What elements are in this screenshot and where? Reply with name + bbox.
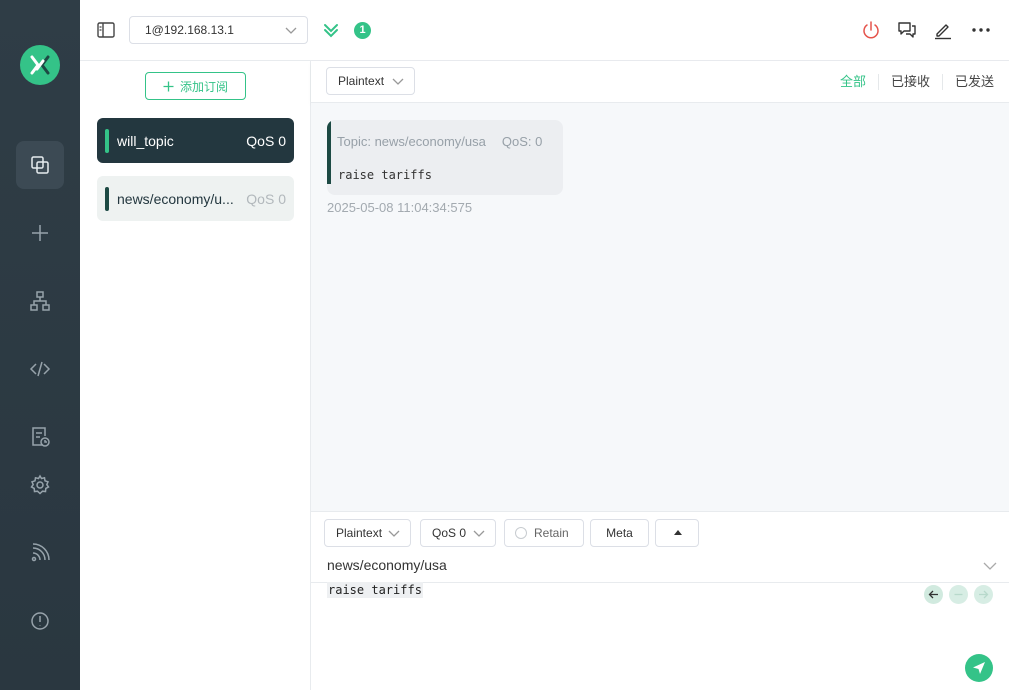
- code-icon: [29, 361, 51, 377]
- nav-about[interactable]: [16, 597, 64, 645]
- meta-button[interactable]: Meta: [590, 519, 649, 547]
- publish-topic-value: news/economy/usa: [327, 557, 447, 573]
- publish-qos-select[interactable]: QoS 0: [420, 519, 496, 547]
- caret-up-icon: [674, 530, 682, 535]
- chevron-down-icon[interactable]: [983, 561, 997, 571]
- nav-subscribe-feed[interactable]: [16, 529, 64, 577]
- publish-format-select[interactable]: Plaintext: [324, 519, 411, 547]
- send-icon: [973, 662, 985, 674]
- filter-received[interactable]: 已接收: [877, 74, 942, 90]
- arrow-left-icon: [928, 590, 938, 599]
- publish-composer: Plaintext QoS 0 Retain Meta news/economy…: [311, 511, 1009, 690]
- mqttx-logo: [20, 45, 60, 85]
- retain-radio[interactable]: [515, 527, 527, 539]
- plus-icon: [32, 225, 48, 241]
- chevron-down-icon: [388, 530, 400, 537]
- retain-toggle[interactable]: Retain: [504, 519, 584, 547]
- publish-payload-editor[interactable]: raise tariffs: [327, 582, 423, 598]
- chat-icon: [898, 22, 916, 38]
- publish-format-value: Plaintext: [336, 526, 383, 540]
- nav-log[interactable]: [16, 413, 64, 461]
- message-filter-tabs: 全部 已接收 已发送: [828, 74, 994, 90]
- chevron-down-icon: [473, 530, 485, 537]
- arrow-right-icon: [979, 590, 989, 599]
- subscriptions-panel: 添加订阅 will_topic QoS 0 news/economy/u... …: [80, 61, 311, 690]
- add-subscription-button[interactable]: 添加订阅: [145, 72, 246, 100]
- publish-topic-input[interactable]: news/economy/usa: [311, 553, 1009, 583]
- subscription-item[interactable]: news/economy/u... QoS 0: [97, 176, 294, 221]
- send-button[interactable]: [965, 654, 993, 682]
- expand-composer-button[interactable]: [655, 519, 699, 547]
- history-reset-button[interactable]: [949, 585, 968, 604]
- filter-sent[interactable]: 已发送: [941, 74, 994, 90]
- connection-select[interactable]: 1@192.168.13.1: [129, 16, 308, 44]
- subscription-topic: will_topic: [117, 132, 174, 149]
- rss-icon: [31, 543, 50, 562]
- message-payload: raise tariffs: [338, 168, 432, 182]
- disconnect-button[interactable]: [860, 19, 882, 41]
- sidebar-toggle-button[interactable]: [96, 20, 116, 40]
- subscription-qos: QoS 0: [246, 132, 286, 149]
- top-bar: 1@192.168.13.1 1: [80, 0, 1009, 61]
- edit-icon: [935, 24, 951, 40]
- message-color-bar: [327, 120, 331, 184]
- nav-connections[interactable]: [16, 141, 64, 189]
- edit-connection-button[interactable]: [932, 19, 954, 41]
- message-topic: Topic: news/economy/usa: [337, 134, 486, 149]
- chat-button[interactable]: [896, 19, 918, 41]
- message-toolbar: Plaintext 全部 已接收 已发送: [311, 61, 1009, 103]
- gear-icon: [30, 474, 50, 495]
- minus-icon: [954, 593, 963, 596]
- subscription-color-bar: [105, 128, 109, 153]
- meta-label: Meta: [606, 526, 633, 540]
- connection-name: 1@192.168.13.1: [145, 23, 234, 37]
- subscription-item[interactable]: will_topic QoS 0: [97, 118, 294, 163]
- filter-all[interactable]: 全部: [828, 74, 878, 90]
- received-message[interactable]: Topic: news/economy/usa QoS: 0 raise tar…: [327, 120, 563, 195]
- add-subscription-label: 添加订阅: [179, 79, 228, 94]
- message-qos: QoS: 0: [501, 134, 543, 149]
- message-timestamp: 2025-05-08 11:04:34:575: [327, 200, 473, 215]
- collapse-down-icon[interactable]: [323, 22, 339, 38]
- payload-format-value: Plaintext: [338, 74, 385, 88]
- power-icon: [863, 21, 879, 39]
- history-next-button[interactable]: [974, 585, 993, 604]
- payload-format-select[interactable]: Plaintext: [326, 67, 415, 95]
- nav-topology[interactable]: [16, 277, 64, 325]
- publish-qos-value: QoS 0: [432, 526, 467, 540]
- nav-settings[interactable]: [16, 461, 64, 509]
- info-icon: [31, 612, 49, 630]
- more-button[interactable]: [970, 19, 992, 41]
- plus-icon: [163, 81, 174, 91]
- nav-new-connection[interactable]: [16, 209, 64, 257]
- message-list[interactable]: Topic: news/economy/usa QoS: 0 raise tar…: [311, 103, 1009, 511]
- sidebar-icon: [97, 22, 115, 38]
- log-icon: [32, 427, 50, 447]
- retain-label: Retain: [534, 526, 569, 540]
- subscription-qos: QoS 0: [246, 190, 286, 207]
- subscription-color-bar: [105, 186, 109, 211]
- logo-icon: [30, 55, 50, 75]
- history-prev-button[interactable]: [924, 585, 943, 604]
- nav-rail: [0, 0, 80, 690]
- connection-count-badge: 1: [354, 22, 371, 39]
- connections-icon: [31, 156, 49, 174]
- message-meta: Topic: news/economy/usa QoS: 0: [337, 134, 542, 149]
- topology-icon: [30, 291, 50, 311]
- chevron-down-icon: [285, 27, 297, 34]
- more-icon: [972, 28, 990, 32]
- nav-script[interactable]: [16, 345, 64, 393]
- subscription-topic: news/economy/u...: [117, 190, 234, 207]
- chevron-down-icon: [392, 78, 404, 85]
